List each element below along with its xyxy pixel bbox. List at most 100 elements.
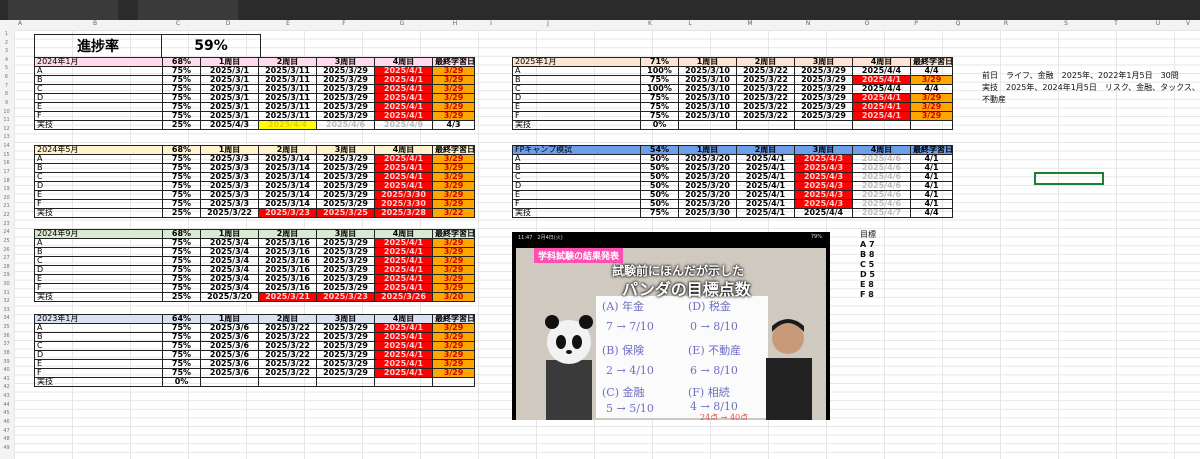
date-cell[interactable]: 2025/4/1: [374, 332, 433, 342]
date-cell[interactable]: 2025/3/6: [200, 368, 259, 378]
date-cell[interactable]: 2025/3/3: [200, 190, 259, 200]
row-percent[interactable]: 75%: [162, 323, 201, 333]
date-cell[interactable]: 2025/3/3: [200, 181, 259, 191]
date-cell[interactable]: 2025/4/6: [852, 199, 911, 209]
date-cell[interactable]: 2025/3/29: [316, 102, 375, 112]
row-percent[interactable]: 75%: [162, 350, 201, 360]
row-number[interactable]: 28: [0, 263, 13, 271]
date-cell[interactable]: 2025/3/29: [316, 368, 375, 378]
row-label[interactable]: E: [512, 190, 641, 200]
column-header[interactable]: 1周目: [200, 145, 259, 155]
date-cell[interactable]: 2025/3/22: [200, 208, 259, 218]
table-percent[interactable]: 68%: [162, 229, 201, 239]
column-header[interactable]: 4周目: [374, 57, 433, 67]
date-cell[interactable]: 2025/4/1: [374, 283, 433, 293]
date-cell[interactable]: 2025/3/10: [678, 111, 737, 121]
row-percent[interactable]: 0%: [162, 377, 201, 387]
row-percent[interactable]: 50%: [640, 199, 679, 209]
row-number[interactable]: 23: [0, 220, 13, 228]
date-cell[interactable]: 3/29: [910, 75, 953, 85]
date-cell[interactable]: 2025/4/1: [374, 181, 433, 191]
date-cell[interactable]: 2025/4/6: [852, 163, 911, 173]
column-header[interactable]: 2周目: [258, 145, 317, 155]
date-cell[interactable]: 3/29: [910, 102, 953, 112]
row-percent[interactable]: 100%: [640, 66, 679, 76]
column-letter[interactable]: L: [685, 20, 695, 27]
row-number[interactable]: 41: [0, 375, 13, 383]
table-percent[interactable]: 68%: [162, 57, 201, 67]
row-number[interactable]: 27: [0, 254, 13, 262]
date-cell[interactable]: 2025/3/11: [258, 66, 317, 76]
row-number[interactable]: 45: [0, 409, 13, 417]
row-number[interactable]: 48: [0, 435, 13, 443]
column-header[interactable]: 最終学習日: [910, 57, 953, 67]
row-label[interactable]: B: [34, 332, 163, 342]
row-number[interactable]: 26: [0, 246, 13, 254]
date-cell[interactable]: 3/29: [432, 247, 475, 257]
row-label[interactable]: D: [34, 181, 163, 191]
column-header[interactable]: 4周目: [852, 145, 911, 155]
date-cell[interactable]: 4/1: [910, 181, 953, 191]
row-percent[interactable]: 100%: [640, 84, 679, 94]
date-cell[interactable]: 2025/3/4: [200, 256, 259, 266]
date-cell[interactable]: 2025/3/29: [316, 163, 375, 173]
date-cell[interactable]: 2025/3/23: [316, 292, 375, 302]
date-cell[interactable]: 2025/4/6: [852, 190, 911, 200]
date-cell[interactable]: 2025/3/1: [200, 75, 259, 85]
row-number[interactable]: 24: [0, 228, 13, 236]
row-percent[interactable]: 75%: [162, 111, 201, 121]
date-cell[interactable]: 2025/4/1: [374, 265, 433, 275]
column-letter[interactable]: N: [803, 20, 813, 27]
table-percent[interactable]: 64%: [162, 314, 201, 324]
selected-cell[interactable]: [1034, 172, 1104, 185]
date-cell[interactable]: 2025/4/1: [374, 368, 433, 378]
row-percent[interactable]: 75%: [162, 66, 201, 76]
column-header[interactable]: 1周目: [678, 57, 737, 67]
row-percent[interactable]: 75%: [162, 93, 201, 103]
row-label[interactable]: A: [34, 238, 163, 248]
date-cell[interactable]: 2025/4/1: [374, 350, 433, 360]
date-cell[interactable]: 2025/3/22: [736, 66, 795, 76]
row-percent[interactable]: 75%: [162, 341, 201, 351]
date-cell[interactable]: 2025/4/4: [794, 208, 853, 218]
row-percent[interactable]: 75%: [162, 238, 201, 248]
row-label[interactable]: C: [34, 256, 163, 266]
row-percent[interactable]: 75%: [162, 84, 201, 94]
date-cell[interactable]: 2025/4/1: [374, 256, 433, 266]
date-cell[interactable]: 4/1: [910, 199, 953, 209]
row-number[interactable]: 5: [0, 64, 13, 72]
table-title[interactable]: 2023年1月: [34, 314, 163, 324]
row-number[interactable]: 47: [0, 427, 13, 435]
date-cell[interactable]: 3/20: [432, 292, 475, 302]
date-cell[interactable]: 2025/3/21: [258, 292, 317, 302]
row-percent[interactable]: 75%: [162, 172, 201, 182]
row-label[interactable]: D: [512, 181, 641, 191]
date-cell[interactable]: 2025/4/3: [794, 199, 853, 209]
date-cell[interactable]: 3/29: [432, 154, 475, 164]
row-number[interactable]: 7: [0, 82, 13, 90]
date-cell[interactable]: 2025/3/29: [316, 350, 375, 360]
row-label[interactable]: E: [34, 359, 163, 369]
date-cell[interactable]: 2025/3/11: [258, 111, 317, 121]
row-label[interactable]: 実技: [512, 208, 641, 218]
date-cell[interactable]: 2025/3/1: [200, 84, 259, 94]
row-number[interactable]: 37: [0, 340, 13, 348]
date-cell[interactable]: 2025/3/22: [736, 75, 795, 85]
column-header[interactable]: 4周目: [374, 145, 433, 155]
date-cell[interactable]: 2025/4/3: [794, 154, 853, 164]
row-percent[interactable]: 0%: [640, 120, 679, 130]
column-header[interactable]: 2周目: [736, 57, 795, 67]
date-cell[interactable]: 2025/3/4: [200, 265, 259, 275]
column-header[interactable]: 最終学習日: [432, 229, 475, 239]
table-title[interactable]: 2024年1月: [34, 57, 163, 67]
table-percent[interactable]: 54%: [640, 145, 679, 155]
row-number[interactable]: 3: [0, 47, 13, 55]
column-letter[interactable]: A: [15, 20, 25, 27]
date-cell[interactable]: 2025/3/29: [316, 283, 375, 293]
row-number[interactable]: 2: [0, 39, 13, 47]
row-number[interactable]: 12: [0, 125, 13, 133]
row-number[interactable]: 38: [0, 349, 13, 357]
date-cell[interactable]: 2025/3/1: [200, 111, 259, 121]
date-cell[interactable]: 3/29: [432, 66, 475, 76]
date-cell[interactable]: 2025/3/29: [316, 359, 375, 369]
